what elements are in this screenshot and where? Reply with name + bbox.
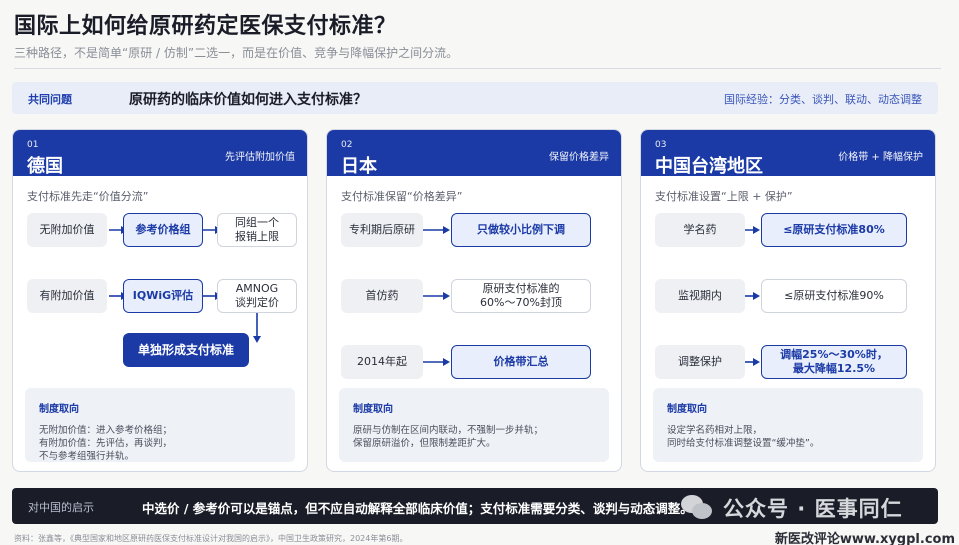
question-text: 原研药的临床价值如何进入支付标准？ <box>129 92 367 108</box>
policy-line: 同时给支付标准调整设置“缓冲垫”。 <box>667 438 820 449</box>
node-has-added-value: 有附加价值 <box>27 279 107 313</box>
panel-number: 02 <box>341 140 353 150</box>
node-line: 最大降幅12.5% <box>792 362 876 375</box>
panel-header: 03 中国台湾地区 价格带 + 降幅保护 <box>641 130 935 177</box>
implication-text: 中选价 / 参考价可以是锚点，但不应自动解释全部临床价值；支付标准需要分类、谈判… <box>142 501 693 516</box>
page-title: 国际上如何给原研药定医保支付标准？ <box>14 14 397 39</box>
question-tag: 共同问题 <box>28 93 72 106</box>
panel-germany: 01 德国 先评估附加价值 支付标准先走“价值分流” 无附加价值 参考价格组 同… <box>12 129 308 472</box>
panel-number: 01 <box>27 140 39 150</box>
node-line: 谈判定价 <box>235 296 279 309</box>
source-note: 资料：张鑫等，《典型国家和地区原研药医保支付标准设计对我国的启示》，中国卫生政策… <box>14 534 408 543</box>
node-group-cap: 同组一个 报销上限 <box>217 213 297 247</box>
policy-title: 制度取向 <box>39 404 79 415</box>
question-note: 国际经验：分类、谈判、联动、动态调整 <box>724 93 922 106</box>
node-generic-drug: 学名药 <box>655 213 745 247</box>
policy-line: 不与参考组强行并轨。 <box>39 451 135 462</box>
panel-header: 01 德国 先评估附加价值 <box>13 130 307 177</box>
node-first-generic: 首仿药 <box>341 279 423 313</box>
node-cap-90: ≤原研支付标准90% <box>761 279 907 313</box>
panel-subtitle: 支付标准设置“上限 + 保护” <box>655 190 793 203</box>
wechat-icon <box>679 493 715 523</box>
node-no-added-value: 无附加价值 <box>27 213 107 247</box>
policy-title: 制度取向 <box>667 404 707 415</box>
node-since-2014: 2014年起 <box>341 345 423 379</box>
watermark: 公众号 · 医事同仁 <box>679 488 959 528</box>
panel-tag: 价格带 + 降幅保护 <box>838 152 923 163</box>
policy-title: 制度取向 <box>353 404 393 415</box>
node-amnog-negotiation: AMNOG 谈判定价 <box>217 279 297 313</box>
site-watermark: 新医改评论www.xygpl.com <box>774 532 955 545</box>
policy-line: 有附加价值：先评估，再谈判， <box>39 438 173 449</box>
node-iqwig-assessment: IQWiG评估 <box>123 279 203 313</box>
question-bar: 共同问题 原研药的临床价值如何进入支付标准？ 国际经验：分类、谈判、联动、动态调… <box>12 82 938 114</box>
node-reference-price-group: 参考价格组 <box>123 213 203 247</box>
panel-subtitle: 支付标准保留“价格差异” <box>341 190 463 203</box>
node-price-band-consolidation: 价格带汇总 <box>451 345 591 379</box>
panel-japan: 02 日本 保留价格差异 支付标准保留“价格差异” 专利期后原研 只做较小比例下… <box>326 129 622 472</box>
watermark-text: 公众号 · 医事同仁 <box>723 497 903 521</box>
panel-tag: 先评估附加价值 <box>225 152 295 163</box>
implication-tag: 对中国的启示 <box>28 501 94 514</box>
node-line: 报销上限 <box>235 230 279 243</box>
panel-tag: 保留价格差异 <box>549 152 609 163</box>
node-price-cap: 原研支付标准的 60%～70%封顶 <box>451 279 591 313</box>
policy-line: 设定学名药相对上限， <box>667 425 763 436</box>
node-line: 原研支付标准的 <box>482 282 560 296</box>
panel-name: 中国台湾地区 <box>655 156 763 177</box>
node-separate-payment-standard: 单独形成支付标准 <box>123 333 249 367</box>
page-subtitle: 三种路径，不是简单“原研 / 仿制”二选一，而是在价值、竞争与降幅保护之间分流。 <box>14 46 459 60</box>
node-small-reduction: 只做较小比例下调 <box>451 213 591 247</box>
node-line: 同组一个 <box>235 216 279 230</box>
node-monitoring-period: 监视期内 <box>655 279 745 313</box>
policy-box: 制度取向 原研与仿制在区间内联动，不强制一步并轨； 保留原研溢价，但限制差距扩大… <box>339 388 609 462</box>
node-cap-80: ≤原研支付标准80% <box>761 213 907 247</box>
node-adjustment-protection: 调整保护 <box>655 345 745 379</box>
panel-taiwan: 03 中国台湾地区 价格带 + 降幅保护 支付标准设置“上限 + 保护” 学名药… <box>640 129 936 472</box>
policy-box: 制度取向 设定学名药相对上限， 同时给支付标准调整设置“缓冲垫”。 <box>653 388 923 462</box>
policy-line: 原研与仿制在区间内联动，不强制一步并轨； <box>353 425 544 436</box>
panel-number: 03 <box>655 140 667 150</box>
policy-line: 保留原研溢价，但限制差距扩大。 <box>353 438 496 449</box>
node-line: AMNOG <box>235 282 279 296</box>
policy-box: 制度取向 无附加价值：进入参考价格组； 有附加价值：先评估，再谈判， 不与参考组… <box>25 388 295 462</box>
title-divider <box>14 68 941 69</box>
node-max-reduction: 调幅25%～30%时， 最大降幅12.5% <box>761 345 907 379</box>
node-line: 调幅25%～30%时， <box>780 348 888 362</box>
panel-name: 日本 <box>341 156 377 177</box>
panel-name: 德国 <box>27 156 63 177</box>
node-line: 60%～70%封顶 <box>480 296 562 309</box>
panel-header: 02 日本 保留价格差异 <box>327 130 621 177</box>
panel-subtitle: 支付标准先走“价值分流” <box>27 190 149 203</box>
node-post-patent-original: 专利期后原研 <box>341 213 423 247</box>
policy-line: 无附加价值：进入参考价格组； <box>39 425 173 436</box>
